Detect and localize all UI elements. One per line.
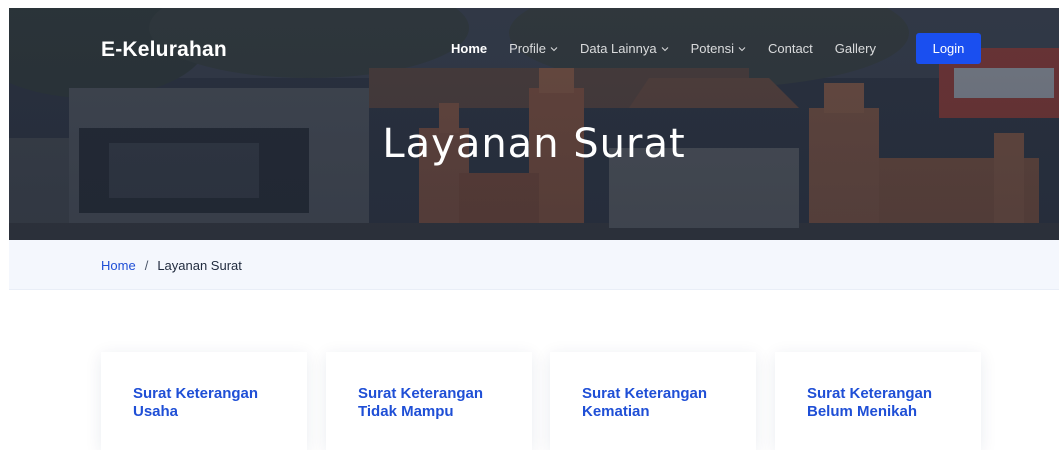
- nav-item-gallery[interactable]: Gallery: [835, 41, 876, 56]
- breadcrumb-separator: /: [144, 258, 149, 273]
- card-title-line: Usaha: [133, 403, 179, 420]
- breadcrumb-bar: Home / Layanan Surat: [9, 240, 1059, 290]
- nav-item-data-lainnya[interactable]: Data Lainnya: [580, 41, 669, 56]
- card-title-line: Surat Keterangan: [133, 385, 259, 402]
- card-title-line: Surat Keterangan: [358, 385, 484, 402]
- service-card-belum-menikah[interactable]: Surat Keterangan Belum Menikah: [775, 352, 981, 450]
- chevron-down-icon: [661, 46, 668, 51]
- service-card-title[interactable]: Surat Keterangan Tidak Mampu: [358, 385, 518, 421]
- service-card-kematian[interactable]: Surat Keterangan Kematian: [550, 352, 756, 450]
- card-title-line: Surat Keterangan: [807, 385, 933, 402]
- nav-item-profile[interactable]: Profile: [509, 41, 558, 56]
- service-card-title[interactable]: Surat Keterangan Usaha: [133, 385, 293, 421]
- nav-item-label: Data Lainnya: [579, 41, 657, 56]
- chevron-down-icon: [738, 46, 746, 51]
- nav-item-label: Profile: [509, 41, 546, 56]
- main-nav: Home Profile Data Lainnya Potensi Contac…: [451, 41, 898, 56]
- login-button[interactable]: Login: [916, 33, 981, 64]
- card-title-line: Surat Keterangan: [582, 385, 708, 402]
- breadcrumb: Home / Layanan Surat: [101, 258, 242, 273]
- nav-item-contact[interactable]: Contact: [768, 41, 813, 56]
- nav-item-potensi[interactable]: Potensi: [691, 41, 746, 56]
- brand-logo[interactable]: E-Kelurahan: [101, 38, 227, 62]
- chevron-down-icon: [550, 46, 558, 51]
- card-title-line: Tidak Mampu: [358, 403, 454, 420]
- breadcrumb-current: Layanan Surat: [157, 258, 242, 273]
- service-card-tidak-mampu[interactable]: Surat Keterangan Tidak Mampu: [326, 352, 532, 450]
- nav-item-label: Contact: [767, 41, 813, 56]
- hero-header: E-Kelurahan Home Profile Data Lainnya Po…: [9, 8, 1059, 240]
- nav-item-home[interactable]: Home: [451, 41, 487, 56]
- service-card-title[interactable]: Surat Keterangan Belum Menikah: [807, 385, 967, 421]
- card-title-line: Kematian: [582, 403, 650, 420]
- page: E-Kelurahan Home Profile Data Lainnya Po…: [0, 0, 1059, 450]
- breadcrumb-home-link[interactable]: Home: [101, 258, 136, 273]
- nav-item-label: Home: [451, 41, 488, 56]
- service-card-usaha[interactable]: Surat Keterangan Usaha: [101, 352, 307, 450]
- page-title: Layanan Surat: [382, 121, 686, 167]
- nav-item-label: Potensi: [690, 41, 734, 56]
- service-card-title[interactable]: Surat Keterangan Kematian: [582, 385, 742, 421]
- card-title-line: Belum Menikah: [807, 403, 918, 420]
- nav-item-label: Gallery: [834, 41, 876, 56]
